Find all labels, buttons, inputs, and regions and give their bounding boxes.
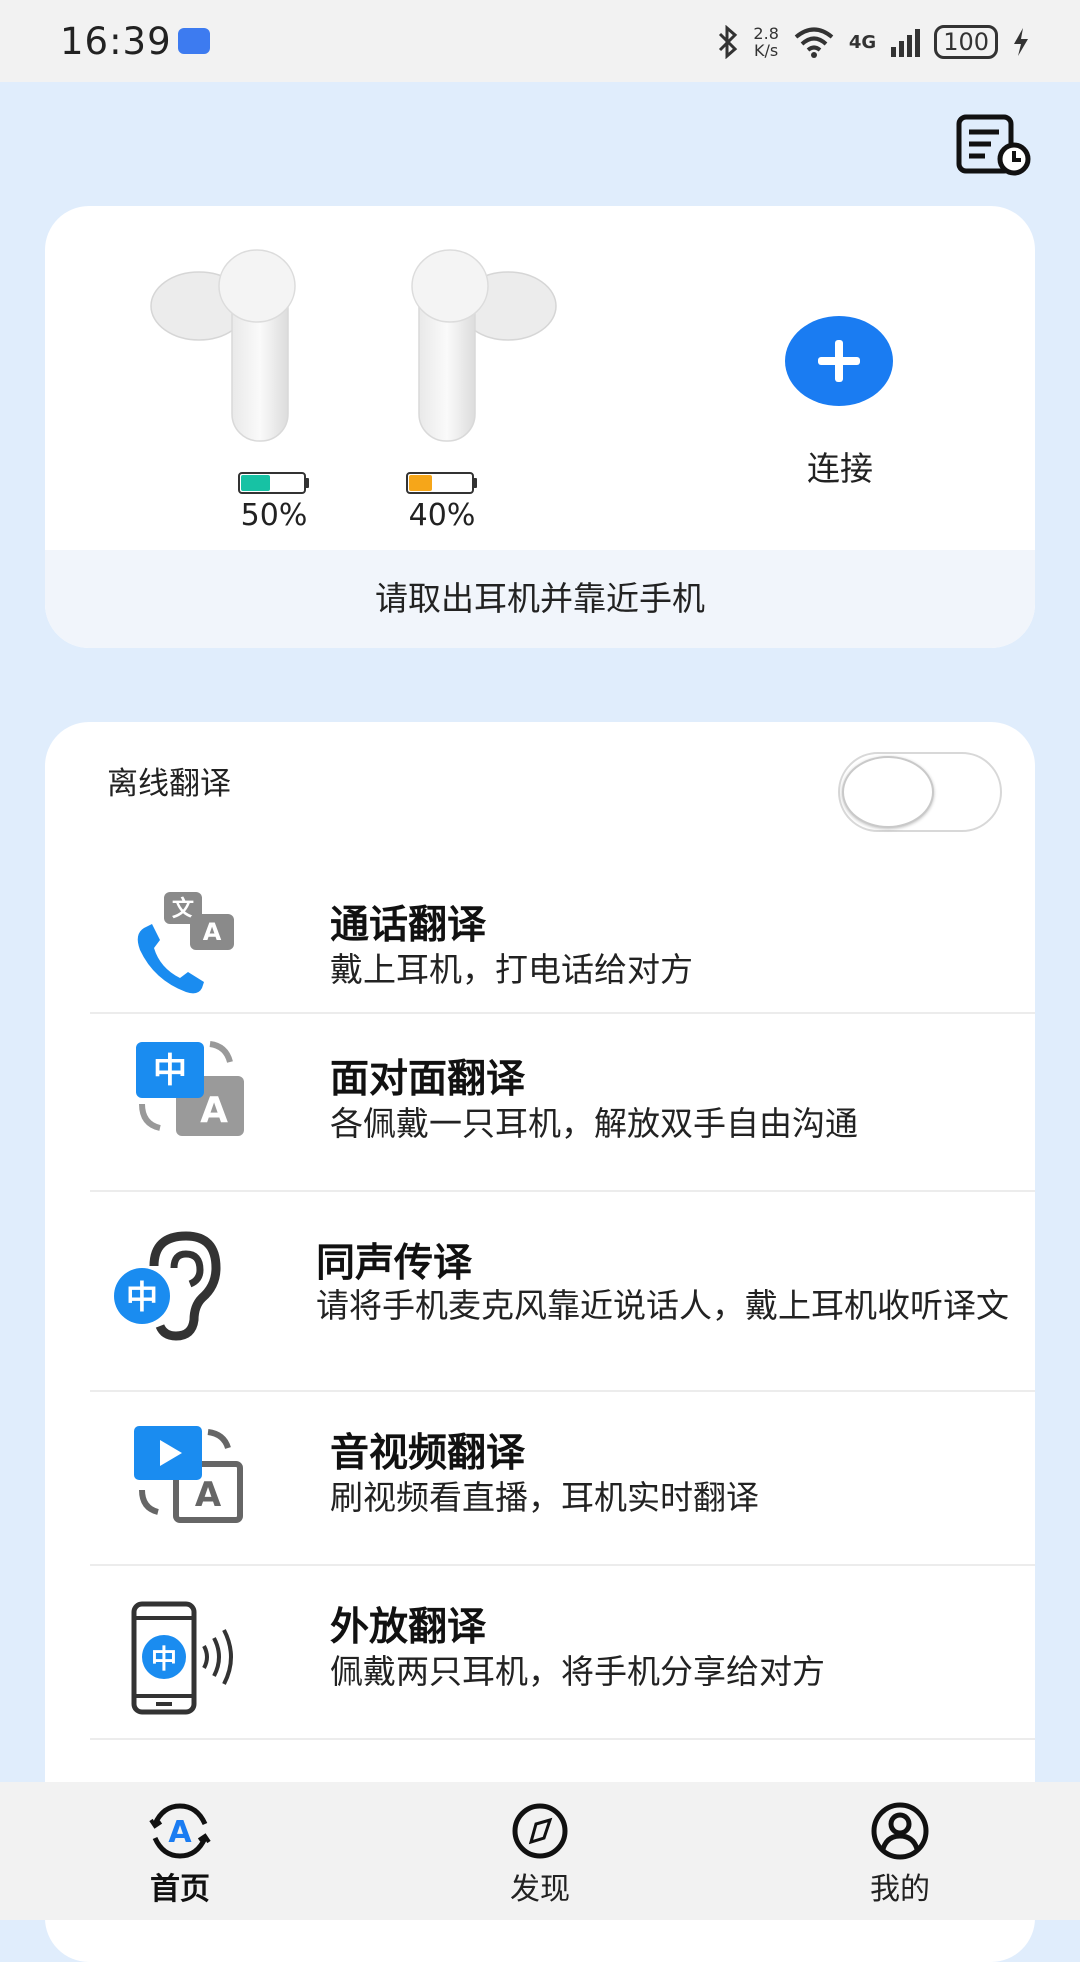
call-translate-icon: 文 A (137, 892, 234, 994)
nav-profile[interactable]: 我的 (800, 1782, 1000, 1920)
feature-title: 音视频翻译 (330, 1431, 526, 1476)
nav-profile-label: 我的 (870, 1872, 930, 1907)
earbuds-hint: 请取出耳机并靠近手机 (45, 550, 1035, 648)
feature-title: 同声传译 (316, 1241, 473, 1286)
feature-desc: 请将手机麦克风靠近说话人，戴上耳机收听译文 (316, 1286, 1009, 1325)
right-battery-fill (409, 475, 432, 491)
signal-icon (891, 29, 921, 57)
network-type: 4G (848, 31, 877, 53)
home-translate-icon: A (149, 1803, 211, 1859)
nav-home-label: 首页 (150, 1872, 210, 1907)
bluetooth-icon (719, 25, 738, 59)
battery-icon: 100 (934, 25, 998, 59)
feature-simultaneous-interpretation[interactable]: 中 同声传译 请将手机麦克风靠近说话人，戴上耳机收听译文 (90, 1190, 1035, 1392)
profile-icon (871, 1802, 929, 1860)
right-battery-indicator (406, 472, 478, 494)
offline-translate-toggle[interactable] (838, 752, 1002, 832)
svg-text:中: 中 (126, 1278, 158, 1316)
left-battery-indicator (238, 472, 310, 494)
bottom-navigation: A 首页 发现 我的 (0, 1782, 1080, 1920)
feature-audio-video-translate[interactable]: A 音视频翻译 刷视频看直播，耳机实时翻译 (90, 1390, 1035, 1566)
connect-label[interactable]: 连接 (765, 442, 915, 490)
nav-discover[interactable]: 发现 (440, 1782, 640, 1920)
left-battery-percent: 50% (240, 498, 308, 533)
status-icons: 2.8 K/s 4G 100 (717, 22, 1030, 62)
right-earbud-image (411, 249, 557, 442)
left-battery-fill (241, 475, 270, 491)
speaker-translate-icon: 中 (131, 1601, 233, 1715)
feature-call-translate[interactable]: 文 A 通话翻译 戴上耳机，打电话给对方 (90, 870, 1035, 1014)
svg-text:中: 中 (151, 1645, 177, 1675)
left-earbud-image (150, 249, 296, 442)
audio-video-translate-icon: A (134, 1426, 243, 1523)
translation-features-card: 离线翻译 文 A 通话翻译 戴上耳机，打电话给对方 A 中 面对面翻译 各佩戴一… (45, 722, 1035, 1962)
svg-text:A: A (168, 1815, 192, 1850)
svg-text:中: 中 (153, 1051, 187, 1091)
svg-text:A: A (200, 1090, 228, 1131)
offline-translate-label: 离线翻译 (107, 766, 231, 802)
simultaneous-interpretation-icon: 中 (114, 1231, 221, 1341)
earbuds-card: 50% 40% 连接 请取出耳机并靠近手机 (45, 206, 1035, 648)
usb-icon (178, 28, 210, 54)
connect-plus-icon[interactable] (785, 316, 893, 406)
feature-title: 外放翻译 (330, 1605, 487, 1650)
history-list-icon[interactable] (956, 114, 1032, 176)
status-bar: 16:39 2.8 K/s 4G 100 (0, 0, 1080, 82)
face-to-face-translate-icon: A 中 (136, 1041, 244, 1136)
svg-text:A: A (195, 1475, 222, 1515)
compass-icon (512, 1803, 568, 1859)
feature-desc: 各佩戴一只耳机，解放双手自由沟通 (330, 1104, 858, 1143)
feature-title: 面对面翻译 (330, 1057, 526, 1102)
right-battery-percent: 40% (408, 498, 476, 533)
charging-icon (1014, 28, 1028, 56)
feature-desc: 戴上耳机，打电话给对方 (330, 950, 693, 989)
feature-title: 通话翻译 (330, 903, 487, 948)
feature-face-to-face-translate[interactable]: A 中 面对面翻译 各佩戴一只耳机，解放双手自由沟通 (90, 1012, 1035, 1192)
feature-desc: 刷视频看直播，耳机实时翻译 (330, 1478, 759, 1517)
status-time: 16:39 (60, 20, 172, 63)
nav-discover-label: 发现 (510, 1872, 570, 1907)
wifi-icon (794, 27, 834, 58)
nav-home[interactable]: A 首页 (80, 1782, 280, 1920)
feature-desc: 佩戴两只耳机，将手机分享给对方 (330, 1652, 825, 1691)
svg-text:A: A (203, 918, 222, 946)
feature-speaker-translate[interactable]: 中 外放翻译 佩戴两只耳机，将手机分享给对方 (90, 1564, 1035, 1740)
net-speed: 2.8 K/s (753, 24, 779, 60)
